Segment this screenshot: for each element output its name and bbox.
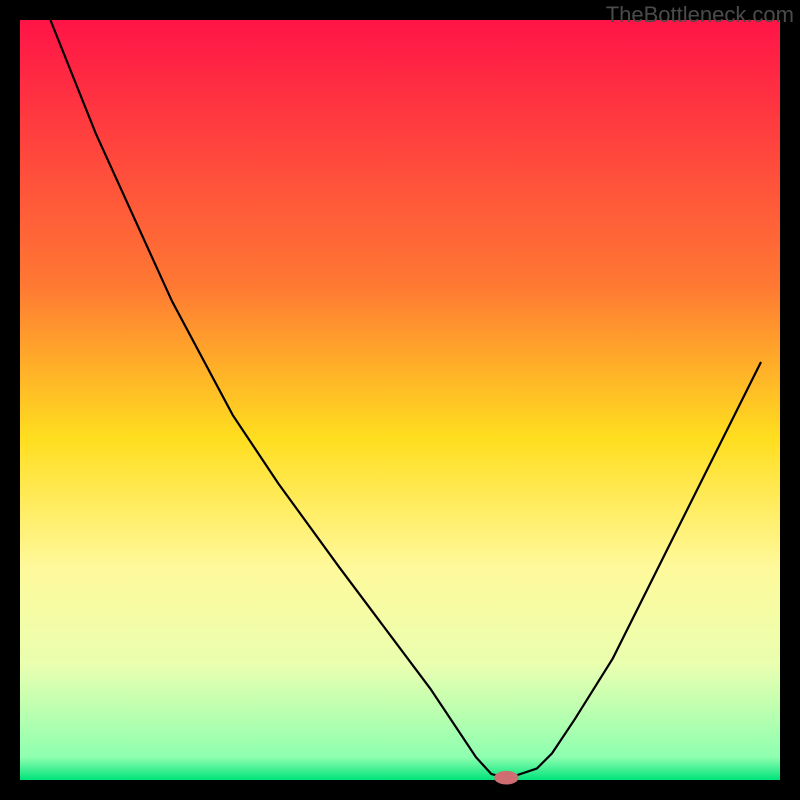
bottleneck-chart: TheBottleneck.com [0,0,800,800]
chart-canvas [0,0,800,800]
watermark-text: TheBottleneck.com [606,2,794,28]
optimum-marker [494,771,518,785]
plot-background [20,20,780,780]
